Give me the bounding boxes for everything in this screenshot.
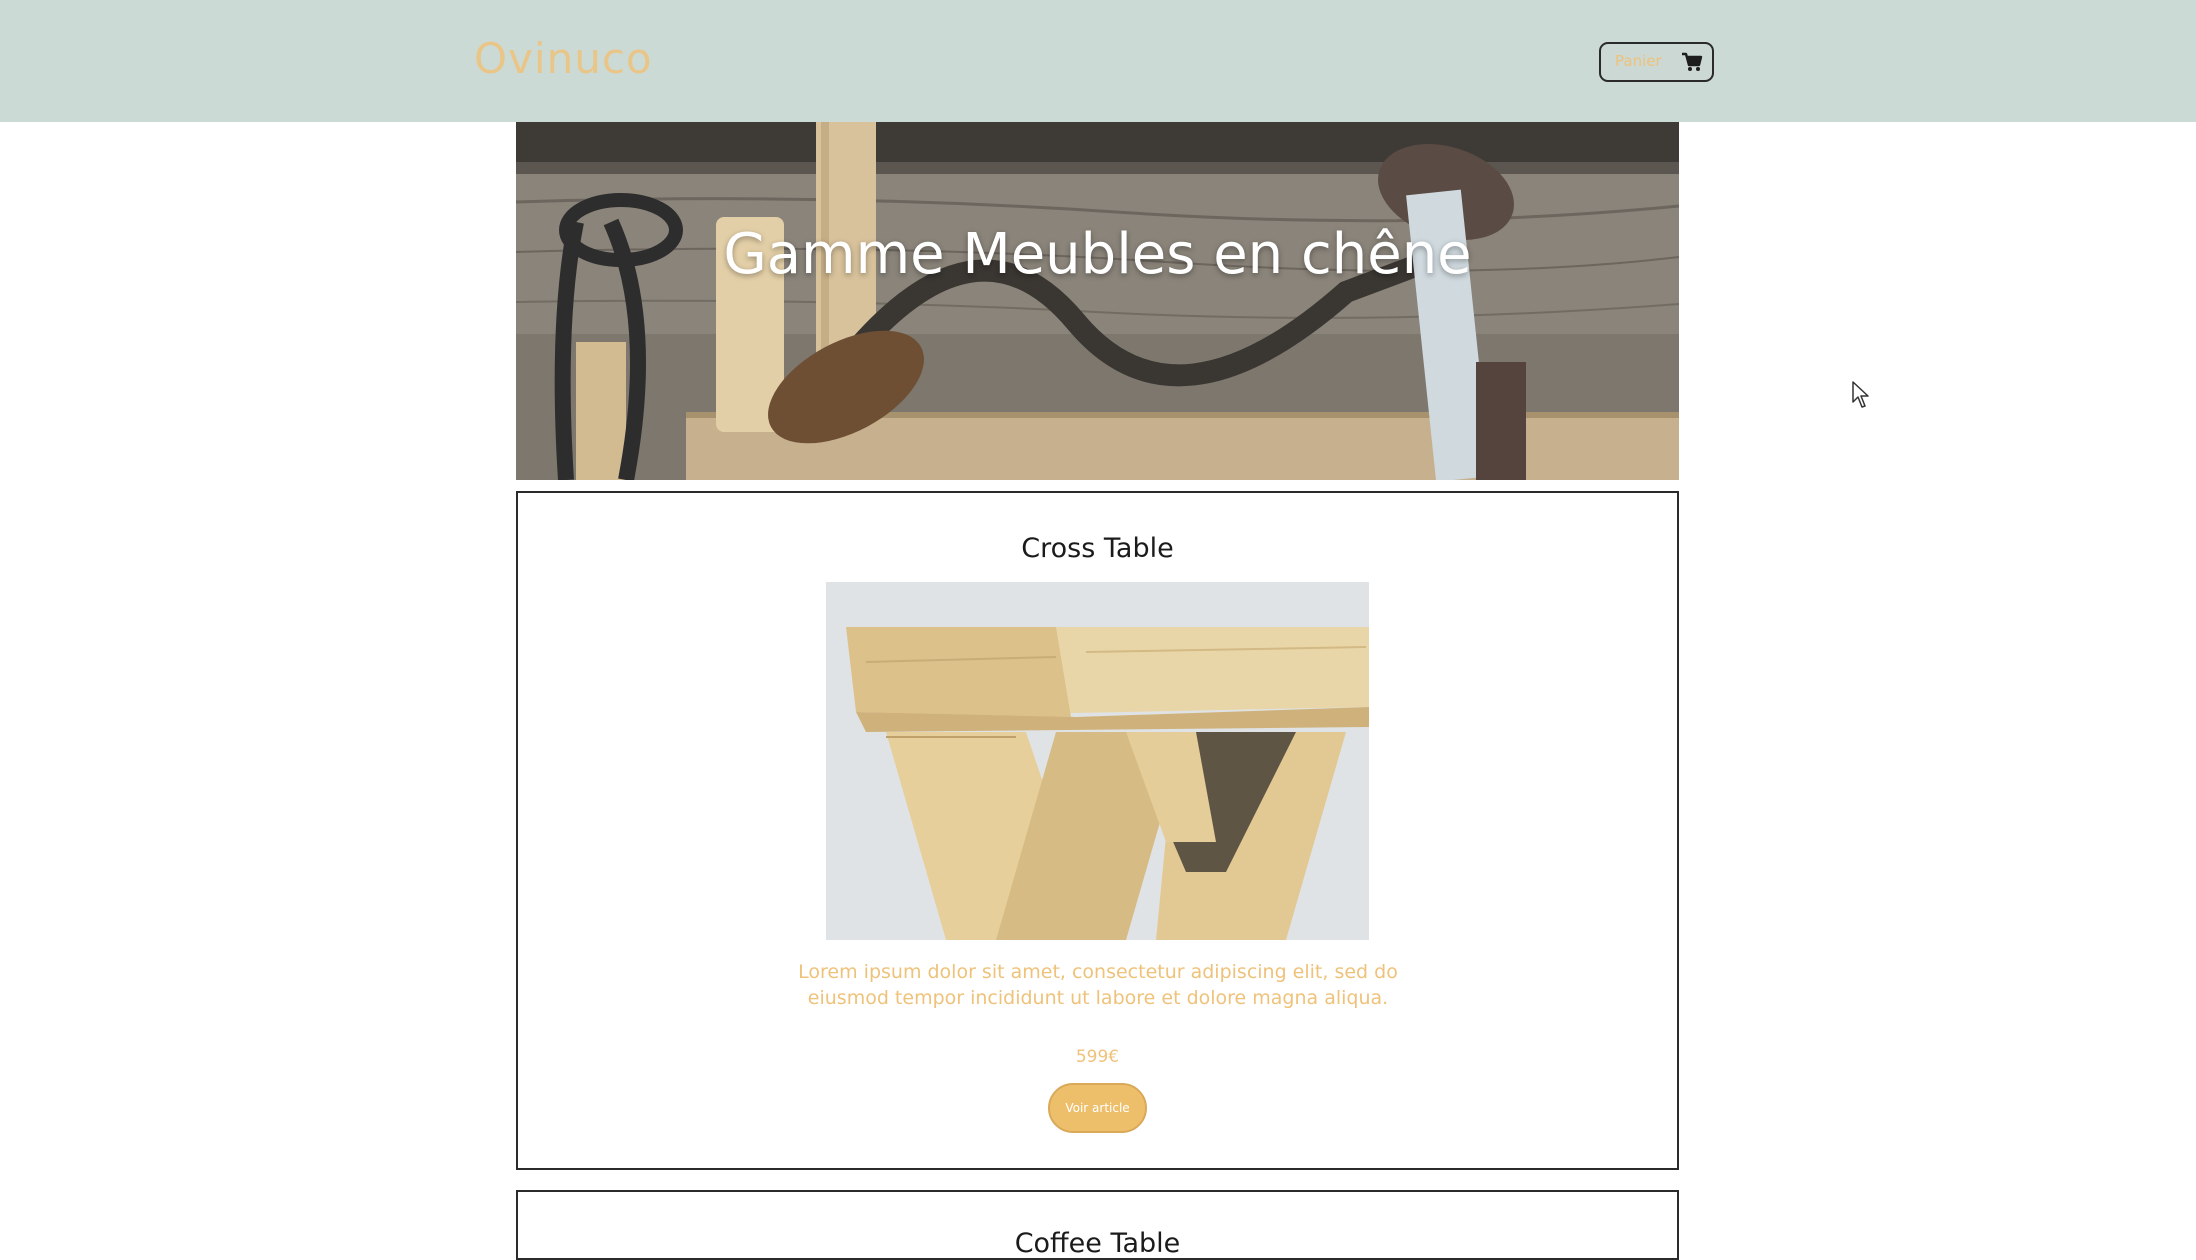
cart-button[interactable]: Panier <box>1599 42 1714 82</box>
hero-tools-image <box>516 122 1679 480</box>
hero-title: Gamme Meubles en chêne <box>723 222 1472 287</box>
shopping-cart-icon <box>1681 52 1703 72</box>
cart-button-label: Panier <box>1615 52 1662 70</box>
product-card: Cross Table Lorem ipsum dolor sit amet, … <box>516 491 1679 1170</box>
product-price: 599€ <box>1075 1047 1120 1067</box>
product-card: Coffee Table <box>516 1190 1679 1260</box>
product-title: Cross Table <box>1021 533 1174 564</box>
hero-banner: Gamme Meubles en chêne <box>516 122 1679 480</box>
view-article-button[interactable]: Voir article <box>1048 1083 1147 1133</box>
mouse-cursor-icon <box>1852 381 1870 409</box>
product-image[interactable] <box>826 582 1369 940</box>
product-description: Lorem ipsum dolor sit amet, consectetur … <box>798 961 1398 1009</box>
brand-logo[interactable]: Ovinuco <box>474 34 653 83</box>
top-navigation-bar: Ovinuco Panier <box>0 0 2196 122</box>
